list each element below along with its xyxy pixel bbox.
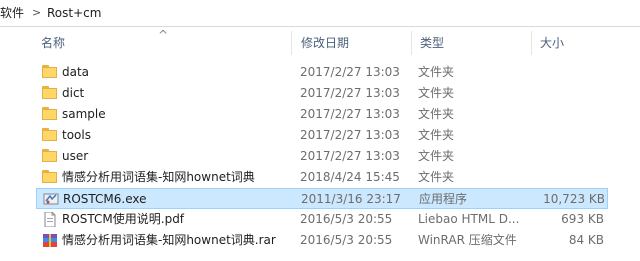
folder-icon	[42, 149, 58, 164]
file-row-pdf[interactable]: ROSTCM使用说明.pdf 2016/5/3 20:55 Liebao HTM…	[36, 209, 608, 230]
file-date: 2018/4/24 15:45	[300, 170, 400, 184]
file-name: user	[62, 149, 89, 163]
chevron-right-icon[interactable]: >	[32, 4, 41, 22]
file-size: 10,723 KB	[543, 192, 605, 206]
file-name: 情感分析用词语集-知网hownet词典	[62, 170, 255, 184]
column-divider[interactable]	[411, 31, 412, 55]
address-bar[interactable]: 软件 > Rost+cm	[0, 0, 640, 27]
file-type: WinRAR 压缩文件	[418, 233, 517, 247]
file-type: 文件夹	[418, 149, 455, 163]
file-size	[530, 167, 604, 188]
file-type: 文件夹	[418, 170, 455, 184]
column-header-name[interactable]: 名称	[41, 31, 65, 55]
file-type: 文件夹	[418, 86, 455, 100]
file-row-rostcm6-exe[interactable]: ROSTCM6.exe 2011/3/16 23:17 应用程序 10,723 …	[36, 188, 608, 209]
file-size	[530, 62, 604, 83]
file-row-dict[interactable]: dict 2017/2/27 13:03 文件夹	[36, 83, 608, 104]
rar-icon	[42, 233, 58, 248]
file-row-rar[interactable]: 情感分析用词语集-知网hownet词典.rar 2016/5/3 20:55 W…	[36, 230, 608, 251]
folder-icon	[42, 170, 58, 185]
file-size	[530, 83, 604, 104]
file-name: tools	[62, 128, 91, 142]
folder-icon	[42, 65, 58, 80]
exe-icon	[43, 192, 59, 207]
file-size	[530, 125, 604, 146]
file-date: 2017/2/27 13:03	[300, 128, 400, 142]
breadcrumb-current[interactable]: Rost+cm	[47, 4, 101, 22]
file-date: 2017/2/27 13:03	[300, 86, 400, 100]
file-name: ROSTCM6.exe	[63, 192, 147, 206]
file-type: 应用程序	[419, 192, 468, 206]
file-type: 文件夹	[418, 128, 455, 142]
file-type: 文件夹	[418, 65, 455, 79]
file-row-hownet-folder[interactable]: 情感分析用词语集-知网hownet词典 2018/4/24 15:45 文件夹	[36, 167, 608, 188]
file-size	[530, 146, 604, 167]
folder-icon	[42, 107, 58, 122]
file-size: 693 KB	[561, 212, 604, 226]
column-divider[interactable]	[291, 31, 292, 55]
column-header-size[interactable]: 大小	[540, 31, 564, 55]
file-row-data[interactable]: data 2017/2/27 13:03 文件夹	[36, 62, 608, 83]
file-date: 2017/2/27 13:03	[300, 149, 400, 163]
folder-icon	[42, 128, 58, 143]
file-name: sample	[62, 107, 106, 121]
file-date: 2017/2/27 13:03	[300, 107, 400, 121]
file-date: 2016/5/3 20:55	[300, 233, 393, 247]
file-date: 2011/3/16 23:17	[301, 192, 401, 206]
file-date: 2016/5/3 20:55	[300, 212, 393, 226]
file-date: 2017/2/27 13:03	[300, 65, 400, 79]
column-header-type[interactable]: 类型	[420, 31, 444, 55]
file-row-user[interactable]: user 2017/2/27 13:03 文件夹	[36, 146, 608, 167]
file-name: 情感分析用词语集-知网hownet词典.rar	[62, 233, 276, 247]
file-row-tools[interactable]: tools 2017/2/27 13:03 文件夹	[36, 125, 608, 146]
column-header-date[interactable]: 修改日期	[301, 31, 349, 55]
file-name: dict	[62, 86, 85, 100]
breadcrumb-parent[interactable]: 软件	[0, 4, 24, 22]
column-divider[interactable]	[531, 31, 532, 55]
pdf-icon	[42, 211, 58, 228]
file-row-sample[interactable]: sample 2017/2/27 13:03 文件夹	[36, 104, 608, 125]
folder-icon	[42, 86, 58, 101]
file-name: data	[62, 65, 90, 79]
column-header-row: 名称 修改日期 类型 大小	[0, 31, 640, 55]
file-name: ROSTCM使用说明.pdf	[62, 212, 185, 226]
file-type: Liebao HTML D...	[418, 212, 520, 226]
file-size	[530, 104, 604, 125]
file-size: 84 KB	[568, 233, 604, 247]
file-type: 文件夹	[418, 107, 455, 121]
